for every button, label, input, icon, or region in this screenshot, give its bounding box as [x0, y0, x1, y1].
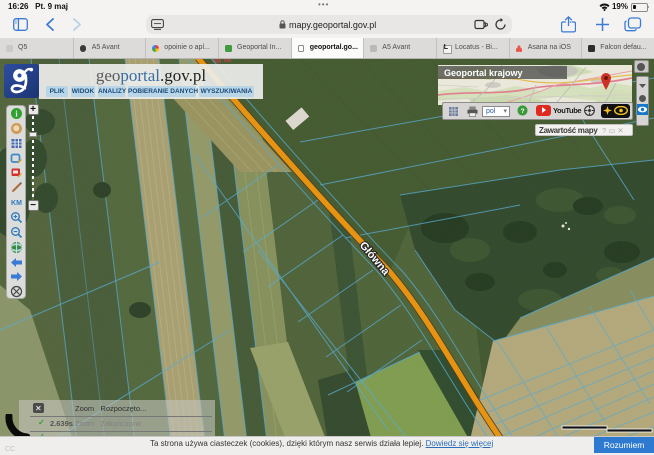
svg-text:?: ?	[520, 108, 524, 115]
svg-text:KM: KM	[11, 200, 22, 207]
svg-text:Geoportal krajowy: Geoportal krajowy	[444, 68, 523, 78]
